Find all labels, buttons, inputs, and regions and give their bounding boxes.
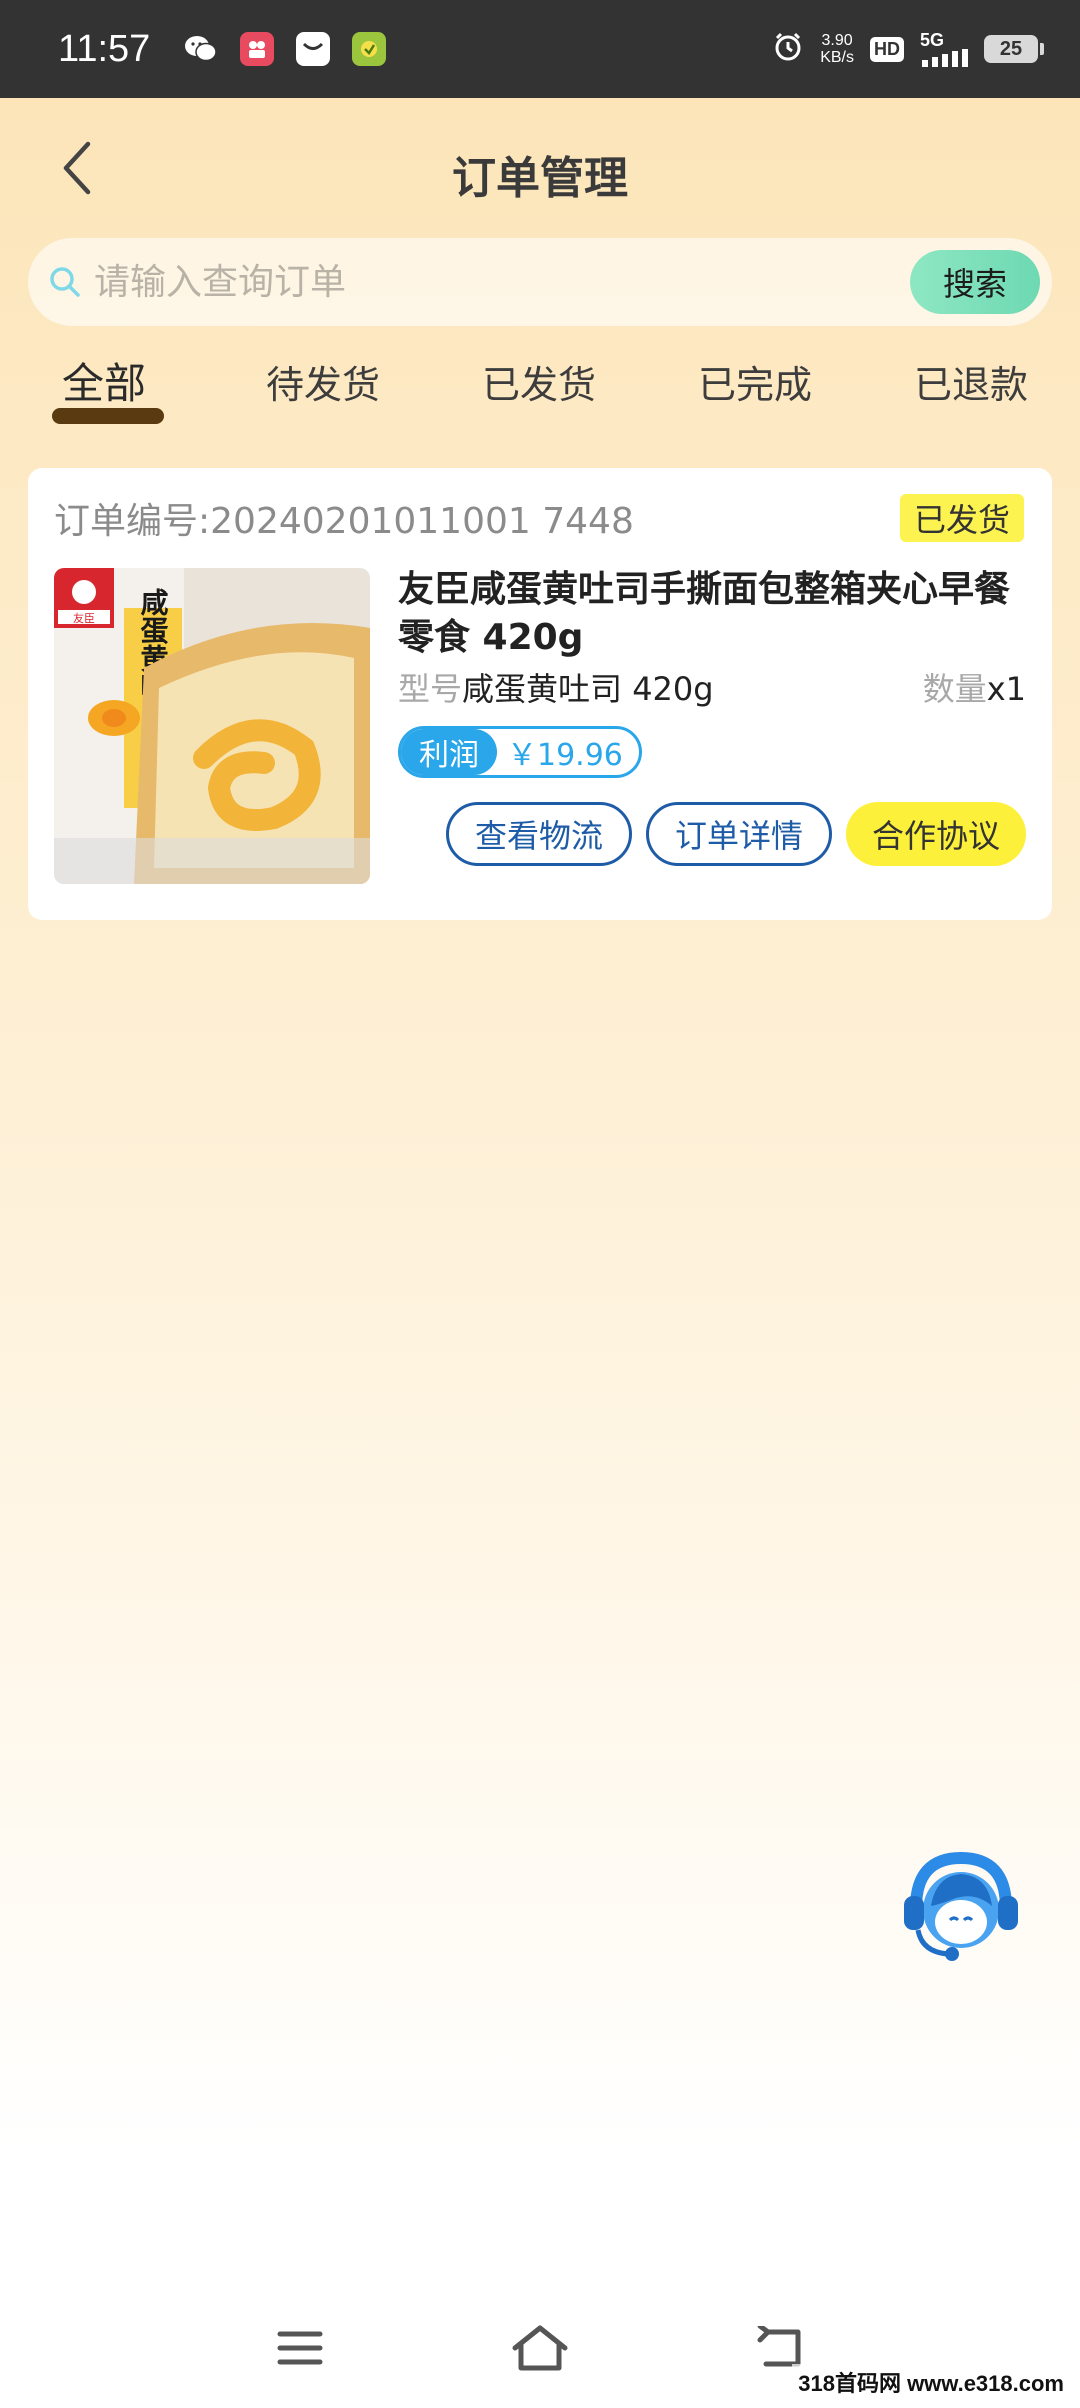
search-bar: 搜索 <box>28 238 1052 326</box>
status-left: 11:57 <box>58 27 387 71</box>
app-green-icon <box>352 32 387 66</box>
tab-active-indicator <box>52 408 164 424</box>
net-speed-unit: KB/s <box>820 49 854 66</box>
tab-pending-shipment[interactable]: 待发货 <box>266 354 380 409</box>
menu-icon <box>277 2331 323 2365</box>
order-card[interactable]: 订单编号:20240201011001 7448 已发货 友臣 咸蛋黄吐司 友臣… <box>28 468 1052 920</box>
home-icon <box>512 2325 568 2371</box>
nav-home-button[interactable] <box>510 2318 570 2378</box>
battery-indicator: 25 <box>984 35 1044 63</box>
status-right: 3.90 KB/s HD 5G 25 <box>772 31 1044 68</box>
tab-shipped[interactable]: 已发货 <box>482 354 596 409</box>
app-notification-icon <box>240 32 275 66</box>
quantity-label: 数量 <box>922 670 987 708</box>
quantity-value: x1 <box>986 670 1026 708</box>
search-input[interactable] <box>94 261 1052 303</box>
profit-value: ￥19.96 <box>507 738 623 773</box>
status-badge: 已发货 <box>899 494 1024 542</box>
net-speed-value: 3.90 <box>821 32 853 49</box>
tab-completed[interactable]: 已完成 <box>698 354 812 409</box>
order-details-button[interactable]: 订单详情 <box>645 802 832 866</box>
watermark: 318首码网 www.e318.com <box>792 2364 1070 2400</box>
view-logistics-button[interactable]: 查看物流 <box>445 802 632 866</box>
status-bar: 11:57 3.90 KB/s HD 5G 25 <box>0 0 1080 98</box>
product-image[interactable]: 友臣 咸蛋黄吐司 <box>54 568 370 884</box>
nav-menu-button[interactable] <box>270 2318 330 2378</box>
spec-value: 咸蛋黄吐司 420g <box>462 670 714 708</box>
profit-pill: 利润 ￥19.96 <box>398 726 642 778</box>
search-button[interactable]: 搜索 <box>910 250 1040 314</box>
header: 订单管理 <box>0 98 1080 238</box>
product-quantity: 数量x1 <box>923 664 1026 710</box>
product-image-brand: 友臣 <box>73 611 95 625</box>
status-time: 11:57 <box>58 27 151 70</box>
headset-icon <box>904 1851 1018 1961</box>
cooperation-agreement-button[interactable]: 合作协议 <box>845 802 1026 866</box>
order-status-tabs: 全部 待发货 已发货 已完成 已退款 <box>0 350 1080 430</box>
signal-icon: 5G <box>920 31 968 67</box>
tab-all[interactable]: 全部 <box>62 350 146 411</box>
order-actions: 查看物流 订单详情 合作协议 <box>445 802 1026 866</box>
hd-badge: HD <box>870 36 904 62</box>
net-speed: 3.90 KB/s <box>820 32 854 66</box>
customer-service-button[interactable] <box>896 1840 1026 1970</box>
mail-icon <box>296 32 331 66</box>
profit-label: 利润 <box>401 729 497 775</box>
page-title: 订单管理 <box>452 153 628 204</box>
wechat-icon <box>184 32 218 66</box>
search-icon <box>44 261 86 303</box>
alarm-icon <box>772 31 804 68</box>
signal-label: 5G <box>920 30 945 50</box>
order-number-label: 订单编号: <box>54 501 211 542</box>
spec-label: 型号 <box>398 670 463 708</box>
order-number: 订单编号:20240201011001 7448 <box>54 492 634 544</box>
tab-refunded[interactable]: 已退款 <box>914 354 1028 409</box>
order-number-value: 20240201011001 7448 <box>210 501 634 542</box>
product-spec: 型号咸蛋黄吐司 420g <box>398 664 714 710</box>
product-title[interactable]: 友臣咸蛋黄吐司手撕面包整箱夹心早餐零食 420g <box>398 566 1038 662</box>
